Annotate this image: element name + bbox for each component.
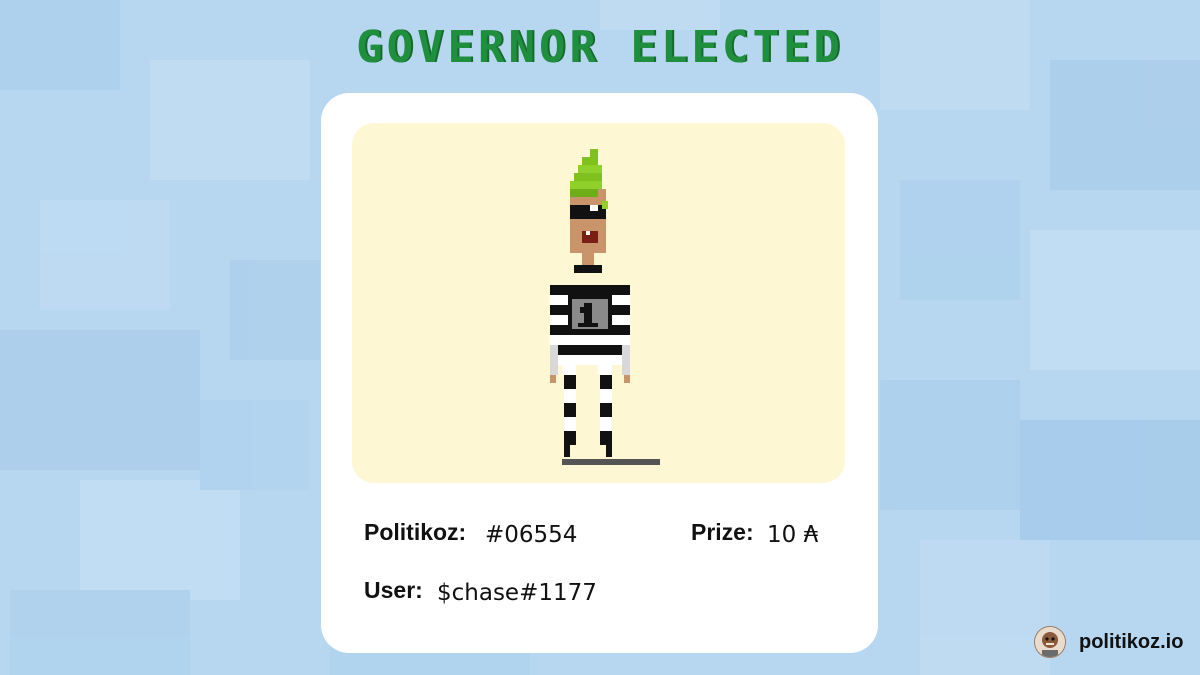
brand-site-link[interactable]: politikoz.io — [1079, 631, 1183, 654]
user-value: $chase#1177 — [437, 580, 597, 606]
brand-logo-icon — [1034, 626, 1066, 658]
winner-card: Politikoz: #06554 Prize: 10 ₳ User: $cha… — [321, 93, 878, 653]
user-label: User: — [364, 577, 423, 603]
prize-value: 10 ₳ — [767, 522, 819, 548]
politikoz-label: Politikoz: — [364, 519, 467, 545]
brand-footer[interactable]: politikoz.io — [1034, 626, 1183, 658]
character-portrait — [352, 123, 845, 483]
page-title: GOVERNOR ELECTED — [356, 22, 844, 73]
pixel-character-sprite — [550, 149, 660, 465]
politikoz-value: #06554 — [485, 522, 578, 548]
prize-label: Prize: — [691, 519, 754, 545]
